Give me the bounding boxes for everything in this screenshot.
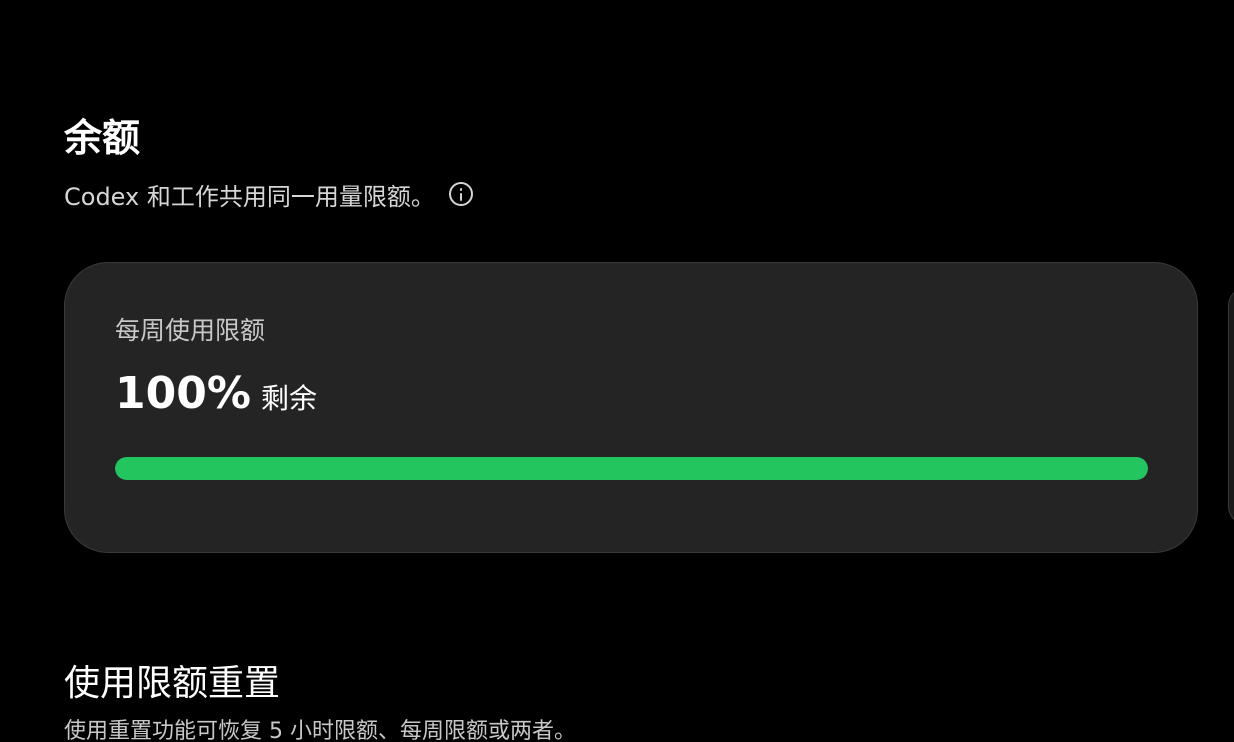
usage-page: 余额 Codex 和工作共用同一用量限额。 每周使用限额 100% 剩余 使用限… (0, 0, 1234, 742)
info-icon[interactable] (448, 182, 473, 206)
balance-title: 余额 (64, 116, 141, 160)
weekly-limit-label: 每周使用限额 (115, 316, 266, 345)
balance-subtitle: Codex 和工作共用同一用量限额。 (64, 182, 435, 211)
weekly-limit-remaining-label: 剩余 (260, 382, 317, 415)
reset-description: 使用重置功能可恢复 5 小时限额、每周限额或两者。 (64, 719, 576, 742)
reset-title: 使用限额重置 (64, 663, 281, 704)
next-limit-card (1228, 286, 1234, 526)
weekly-limit-progress-fill (115, 457, 1148, 480)
weekly-limit-percentage: 100% (115, 368, 251, 419)
weekly-limit-progress-bar (115, 457, 1148, 480)
weekly-limit-card: 每周使用限额 100% 剩余 (64, 262, 1198, 553)
weekly-limit-value-row: 100% 剩余 (115, 365, 317, 423)
balance-subtitle-row: Codex 和工作共用同一用量限额。 (64, 178, 473, 211)
